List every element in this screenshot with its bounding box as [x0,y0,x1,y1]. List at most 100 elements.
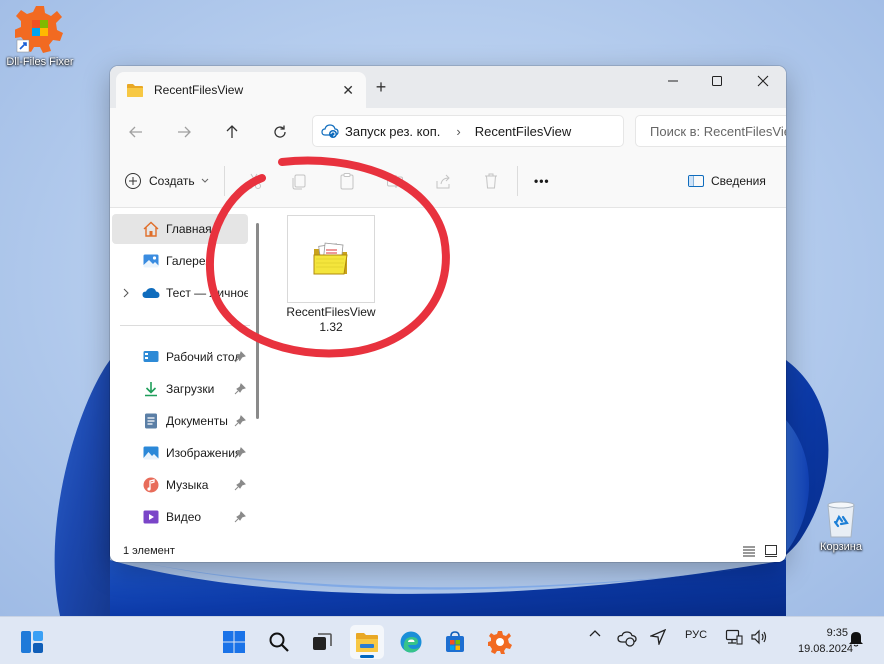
sidebar-item-onedrive[interactable]: Тест — Личное [112,278,248,308]
up-button[interactable] [220,120,244,144]
location-arrow-icon [650,629,666,645]
widgets-button[interactable] [15,625,49,659]
store-icon [446,631,464,652]
close-tab-button[interactable]: ✕ [342,82,354,99]
sidebar-item-home[interactable]: Главная [112,214,248,244]
details-button[interactable]: Сведения [687,168,766,194]
sidebar-item-label: Загрузки [166,382,215,396]
arrow-up-icon [226,125,238,138]
recycle-bin-label: Корзина [820,541,862,553]
sidebar-item-label: Галерея [166,254,213,268]
tab-recentfilesview[interactable]: RecentFilesView ✕ [116,72,366,108]
taskbar-dll-fixer[interactable] [483,625,517,659]
sidebar-item-label: Изображения [166,446,240,460]
details-view-icon[interactable] [742,545,756,557]
file-item-recentfilesview[interactable] [287,215,375,303]
pictures-icon [143,446,159,460]
breadcrumb-recentfilesview[interactable]: RecentFilesView [475,124,572,139]
copy-button[interactable] [287,168,311,194]
tray-network-icon[interactable] [724,629,744,645]
tray-location-icon[interactable] [648,629,668,645]
file-name-line1: RecentFilesView [286,305,376,319]
refresh-button[interactable] [268,120,292,144]
dll-fixer-icon [15,6,63,53]
title-bar: RecentFilesView ✕ + [110,66,786,108]
status-bar: 1 элемент [110,541,786,562]
maximize-icon [712,76,722,86]
sidebar-item-desktop[interactable]: Рабочий стол [112,342,248,372]
create-button[interactable]: Создать [124,168,209,194]
forward-button[interactable] [172,120,196,144]
chevron-right-icon[interactable] [122,288,130,298]
bell-icon [849,632,863,647]
copy-icon [292,174,306,190]
paste-icon [340,173,354,190]
item-count: 1 элемент [123,545,175,557]
more-options-button[interactable]: ••• [534,168,550,194]
sidebar-item-label: Рабочий стол [166,350,240,364]
start-button[interactable] [217,625,251,659]
share-icon [436,174,450,189]
sidebar-item-documents[interactable]: Документы [112,406,248,436]
new-tab-button[interactable]: + [370,76,392,98]
speaker-icon [751,629,767,645]
sidebar-item-label: Тест — Личное [166,286,248,300]
sidebar-item-label: Видео [166,510,202,524]
sidebar-item-pictures[interactable]: Изображения [112,438,248,468]
details-label: Сведения [711,174,766,188]
navigation-pane: Главная Галерея Тест — Личное Рабочий ст… [110,209,260,541]
maximize-button[interactable] [694,66,740,96]
gallery-icon [143,254,159,268]
file-explorer-icon [356,633,378,652]
chevron-up-icon [589,630,601,637]
sidebar-item-label: Документы [166,414,228,428]
documents-icon [145,413,157,429]
sidebar-scrollbar[interactable] [256,223,259,419]
tray-volume-icon[interactable] [749,629,769,645]
home-icon [143,221,159,237]
minimize-button[interactable] [650,66,696,96]
widgets-icon [21,631,43,653]
rename-button[interactable] [383,168,407,194]
taskbar-file-explorer[interactable] [350,625,384,659]
clock-date: 19.08.2024 [798,643,854,655]
details-pane-icon [688,175,704,187]
separator [224,166,225,196]
search-button[interactable] [262,625,296,659]
network-icon [725,629,743,645]
downloads-icon [145,382,157,397]
search-input[interactable]: Поиск в: RecentFilesView [635,115,786,147]
delete-button[interactable] [479,168,503,194]
cloud-sync-icon [617,631,637,647]
desktop-recycle-bin[interactable]: Корзина [803,497,879,553]
recentfilesview-app-icon [313,242,348,275]
sidebar-item-music[interactable]: Музыка [112,470,248,500]
backup-cloud-icon [321,124,339,138]
language-indicator[interactable]: РУС [680,629,712,641]
desktop-dll-fixer-shortcut[interactable]: Dll-Files Fixer [2,4,78,68]
taskbar-clock[interactable]: 9:35 19.08.2024 [798,625,854,657]
arrow-left-icon [129,126,142,138]
share-button[interactable] [431,168,455,194]
sidebar-item-gallery[interactable]: Галерея [112,246,248,276]
address-bar[interactable]: Запуск рез. коп. › RecentFilesView [312,115,624,147]
tiles-view-icon[interactable] [764,544,778,558]
paste-button[interactable] [335,168,359,194]
tray-backup-icon[interactable] [617,629,637,647]
notifications-button[interactable] [846,629,866,647]
show-hidden-icons-button[interactable] [586,629,604,637]
task-view-icon [313,633,332,650]
task-view-button[interactable] [305,625,339,659]
cut-button[interactable] [242,168,266,194]
sidebar-item-label: Главная [166,222,212,236]
search-icon [269,632,289,652]
sidebar-item-videos[interactable]: Видео [112,502,248,532]
sidebar-item-downloads[interactable]: Загрузки [112,374,248,404]
taskbar-store[interactable] [438,625,472,659]
music-icon [143,477,159,493]
breadcrumb-backup[interactable]: Запуск рез. коп. [345,124,440,139]
taskbar: РУС 9:35 19.08.2024 [0,616,884,664]
taskbar-edge[interactable] [394,625,428,659]
back-button[interactable] [124,120,148,144]
close-window-button[interactable] [740,66,786,96]
